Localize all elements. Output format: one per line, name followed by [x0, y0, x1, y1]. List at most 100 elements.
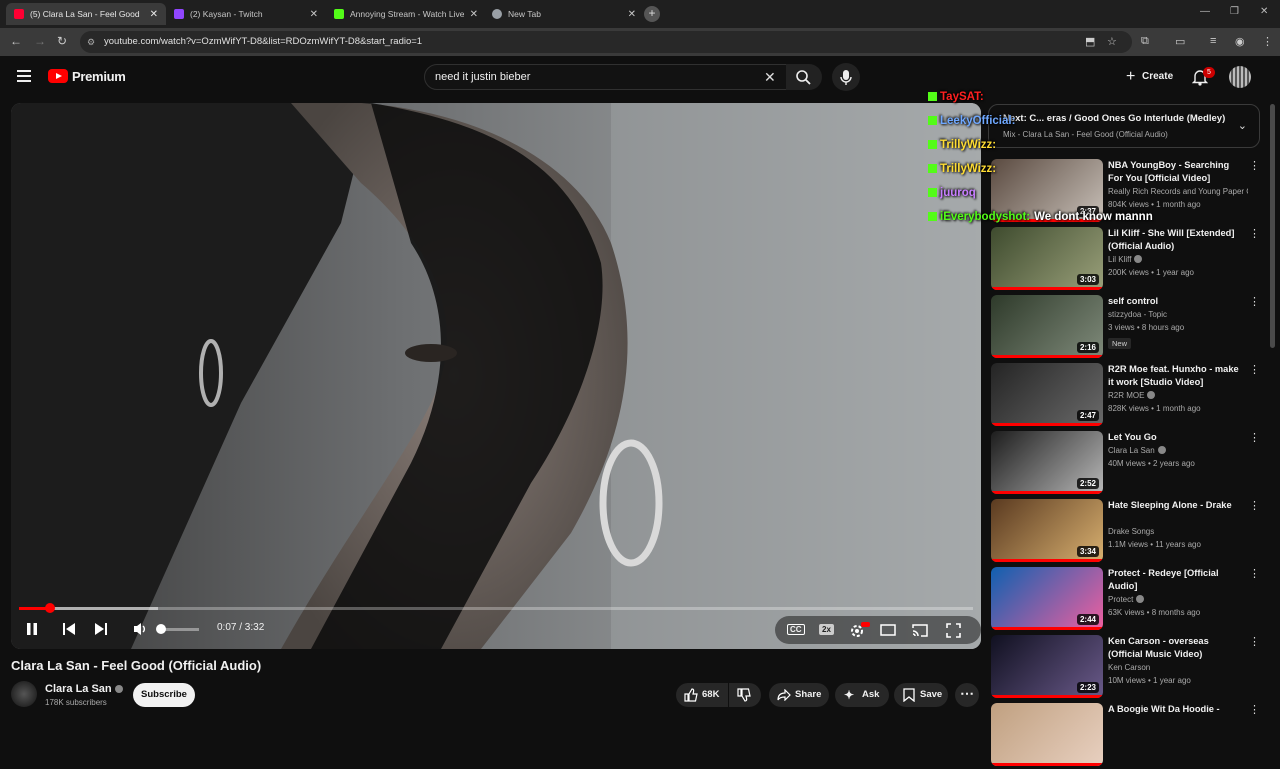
recommendation-channel[interactable]: Ken Carson	[1108, 663, 1248, 672]
recommendation-channel[interactable]: stizzydoa - Topic	[1108, 310, 1248, 319]
browser-toolbar: ← → ↻ ⚙ youtube.com/watch?v=OzmWifYT-D8&…	[0, 28, 1280, 56]
share-button[interactable]: Share	[769, 683, 829, 707]
voice-search-button[interactable]	[832, 63, 860, 91]
pause-icon[interactable]	[25, 622, 39, 636]
reload-icon[interactable]: ↻	[57, 34, 67, 48]
close-tab-icon[interactable]: ✕	[628, 9, 636, 20]
recommendation-item[interactable]: 2:52 Let You Go Clara La San 40M views • 2 …	[991, 431, 1261, 497]
account-avatar[interactable]	[1229, 66, 1251, 88]
recommendation-title[interactable]: Ken Carson - overseas (Official Music Vi…	[1108, 635, 1243, 661]
recommendation-channel[interactable]: R2R MOE	[1108, 391, 1248, 400]
more-options-icon[interactable]: ⋮	[1249, 159, 1260, 172]
more-actions-icon[interactable]: ⋯	[955, 683, 979, 707]
next-icon[interactable]	[94, 622, 108, 636]
recommendation-channel[interactable]: Really Rich Records and Young Paper Ch..…	[1108, 187, 1248, 196]
more-options-icon[interactable]: ⋮	[1249, 567, 1260, 580]
search-input[interactable]: need it justin bieber	[424, 64, 788, 90]
video-thumbnail[interactable]: 2:52	[991, 431, 1103, 494]
recommendation-channel[interactable]: Protect	[1108, 595, 1248, 604]
chevron-down-icon[interactable]: ⌄	[1238, 119, 1247, 132]
recommendation-title[interactable]: self control	[1108, 295, 1243, 308]
volume-icon[interactable]	[133, 622, 149, 636]
extensions-icon[interactable]: ⧉	[1141, 35, 1149, 48]
more-options-icon[interactable]: ⋮	[1249, 363, 1260, 376]
sidebar-scrollbar[interactable]	[1270, 104, 1275, 348]
more-options-icon[interactable]: ⋮	[1249, 703, 1260, 716]
close-tab-icon[interactable]: ✕	[310, 9, 318, 20]
video-thumbnail[interactable]: 2:16	[991, 295, 1103, 358]
channel-name[interactable]: Clara La San	[45, 683, 123, 695]
cast-icon[interactable]	[912, 624, 928, 637]
clear-search-icon[interactable]: ✕	[764, 69, 776, 86]
playback-speed-badge[interactable]: 2x	[819, 624, 834, 635]
recommendation-channel[interactable]: Clara La San	[1108, 446, 1248, 455]
browser-tab-newtab[interactable]: New Tab ✕	[484, 3, 644, 25]
maximize-icon[interactable]: ❐	[1230, 6, 1239, 17]
theater-mode-icon[interactable]	[880, 624, 896, 636]
recommendation-title[interactable]: NBA YoungBoy - Searching For You [Offici…	[1108, 159, 1243, 185]
recommendation-item[interactable]: 2:44 Protect - Redeye [Official Audio] Pro…	[991, 567, 1261, 633]
ask-button[interactable]: ✦ Ask	[835, 683, 889, 707]
like-button[interactable]: 68K	[676, 683, 728, 707]
seek-bar[interactable]	[19, 603, 973, 613]
video-thumbnail[interactable]: 3:34	[991, 499, 1103, 562]
browser-tab-twitch[interactable]: (2) Kaysan - Twitch ✕	[166, 3, 326, 25]
more-options-icon[interactable]: ⋮	[1249, 431, 1260, 444]
up-next-panel[interactable]: Next: C... eras / Good Ones Go Interlude…	[988, 104, 1260, 148]
channel-avatar[interactable]	[11, 681, 37, 707]
minimize-icon[interactable]: —	[1200, 6, 1210, 17]
install-app-icon[interactable]: ⬒	[1085, 35, 1095, 48]
media-control-icon[interactable]: ≡	[1210, 35, 1216, 47]
video-thumbnail[interactable]: 2:47	[991, 363, 1103, 426]
recommendation-title[interactable]: R2R Moe feat. Hunxho - make it work [Stu…	[1108, 363, 1243, 389]
close-tab-icon[interactable]: ✕	[150, 9, 158, 20]
more-options-icon[interactable]: ⋮	[1249, 635, 1260, 648]
more-options-icon[interactable]: ⋮	[1249, 499, 1260, 512]
recommendation-item[interactable]: 3:34 Hate Sleeping Alone - Drake Drake Son…	[991, 499, 1261, 565]
premium-wordmark[interactable]: Premium	[72, 69, 126, 84]
recommendation-item[interactable]: A Boogie Wit Da Hoodie - ⋮	[991, 703, 1261, 769]
site-info-icon[interactable]: ⚙	[87, 31, 95, 53]
recommendation-channel[interactable]: Lil Kliff	[1108, 255, 1248, 264]
video-player[interactable]: 0:07 / 3:32 CC 2x	[11, 103, 981, 649]
cast-icon[interactable]: ▭	[1175, 35, 1185, 48]
new-tab-plus-icon[interactable]: +	[644, 6, 660, 22]
browser-tab-youtube[interactable]: (5) Clara La San - Feel Good ✕	[6, 3, 166, 25]
more-options-icon[interactable]: ⋮	[1249, 227, 1260, 240]
recommendation-title[interactable]: Hate Sleeping Alone - Drake	[1108, 499, 1243, 512]
video-thumbnail[interactable]	[991, 703, 1103, 766]
volume-handle[interactable]	[156, 624, 166, 634]
recommendation-title[interactable]: A Boogie Wit Da Hoodie -	[1108, 703, 1243, 716]
subtitles-cc-icon[interactable]: CC	[787, 624, 805, 635]
kebab-menu-icon[interactable]: ⋮	[1262, 35, 1273, 48]
dislike-button[interactable]	[729, 683, 761, 707]
close-tab-icon[interactable]: ✕	[470, 9, 478, 20]
bookmark-star-icon[interactable]: ☆	[1107, 35, 1117, 48]
close-window-icon[interactable]: ✕	[1260, 6, 1268, 17]
fullscreen-icon[interactable]	[946, 623, 961, 638]
browser-tab-kick[interactable]: Annoying Stream - Watch Live ✕	[326, 3, 486, 25]
video-thumbnail[interactable]: 2:44	[991, 567, 1103, 630]
more-options-icon[interactable]: ⋮	[1249, 295, 1260, 308]
recommendation-item[interactable]: 2:16 self control stizzydoa - Topic 3 views…	[991, 295, 1261, 361]
video-thumbnail[interactable]: 3:03	[991, 227, 1103, 290]
recommendation-channel[interactable]: Drake Songs	[1108, 527, 1248, 536]
recommendation-item[interactable]: 2:23 Ken Carson - overseas (Official Musi…	[991, 635, 1261, 701]
recommendation-title[interactable]: Let You Go	[1108, 431, 1243, 444]
save-button[interactable]: Save	[894, 683, 948, 707]
recommendation-title[interactable]: Protect - Redeye [Official Audio]	[1108, 567, 1243, 593]
youtube-logo-icon[interactable]	[48, 69, 68, 83]
address-bar[interactable]: ⚙ youtube.com/watch?v=OzmWifYT-D8&list=R…	[80, 31, 1132, 53]
subscribe-button[interactable]: Subscribe	[133, 683, 195, 707]
profile-icon[interactable]: ◉	[1235, 35, 1245, 48]
hamburger-menu-icon[interactable]	[17, 70, 31, 82]
thumbs-up-icon	[684, 688, 698, 702]
previous-icon[interactable]	[62, 622, 76, 636]
recommendation-item[interactable]: 2:47 R2R Moe feat. Hunxho - make it work …	[991, 363, 1261, 429]
create-button[interactable]: + Create	[1116, 64, 1186, 90]
back-arrow-icon[interactable]: ←	[10, 34, 22, 48]
video-thumbnail[interactable]: 2:23	[991, 635, 1103, 698]
forward-arrow-icon[interactable]: →	[34, 34, 46, 48]
recommendation-item[interactable]: 3:03 Lil Kliff - She Will [Extended] (Off…	[991, 227, 1261, 293]
search-button[interactable]	[786, 64, 822, 90]
